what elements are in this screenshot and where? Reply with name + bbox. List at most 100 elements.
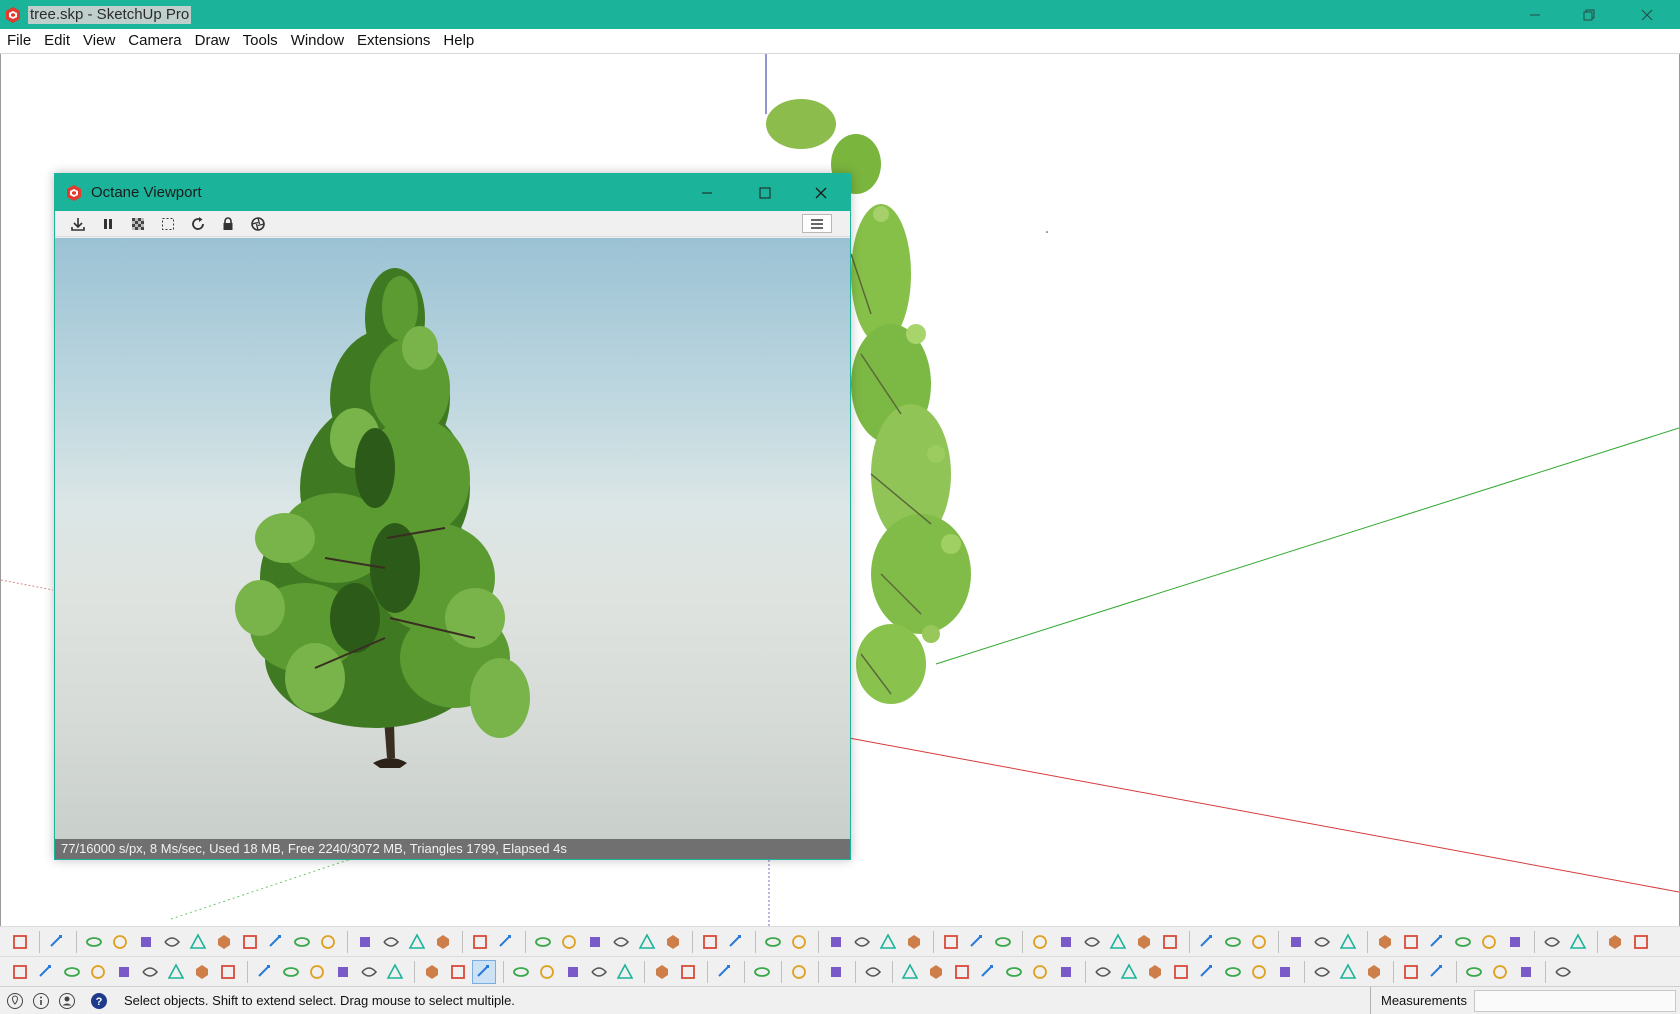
footprints-icon[interactable] — [216, 960, 240, 984]
push-pull-icon[interactable] — [353, 930, 377, 954]
3d-text-icon[interactable] — [613, 960, 637, 984]
minimize-button[interactable] — [1506, 0, 1564, 29]
ruler-icon[interactable] — [1117, 960, 1141, 984]
octane-render-view[interactable] — [55, 238, 850, 840]
menu-draw[interactable]: Draw — [189, 30, 236, 52]
house-5-icon[interactable] — [357, 960, 381, 984]
figure-icon[interactable] — [850, 930, 874, 954]
left-view-icon[interactable] — [1132, 930, 1156, 954]
front-view-icon[interactable] — [1054, 930, 1078, 954]
leaf-icon[interactable] — [494, 930, 518, 954]
house-2-icon[interactable] — [279, 960, 303, 984]
paint-bucket-icon[interactable] — [405, 930, 429, 954]
rectangle-icon[interactable] — [108, 930, 132, 954]
back-view-icon[interactable] — [1106, 930, 1130, 954]
walk-icon[interactable] — [164, 960, 188, 984]
sun-icon[interactable] — [1566, 930, 1590, 954]
wrench-icon[interactable] — [787, 960, 811, 984]
box-icon[interactable] — [902, 930, 926, 954]
menu-file[interactable]: File — [1, 30, 37, 52]
box-open-icon[interactable] — [939, 930, 963, 954]
pause-icon[interactable] — [97, 213, 119, 235]
flip-down-icon[interactable] — [609, 930, 633, 954]
zoom-window-icon[interactable] — [86, 960, 110, 984]
texture-icon[interactable] — [1273, 960, 1297, 984]
panel-icon[interactable] — [1551, 960, 1575, 984]
house-1-icon[interactable] — [253, 960, 277, 984]
wireframe-icon[interactable] — [1373, 930, 1397, 954]
folder-icon[interactable] — [1462, 960, 1486, 984]
grass-icon[interactable] — [1002, 960, 1026, 984]
polygon-icon[interactable] — [160, 930, 184, 954]
aperture-icon[interactable] — [247, 213, 269, 235]
axes-tool-icon[interactable] — [561, 960, 585, 984]
edges-icon[interactable] — [1540, 930, 1564, 954]
red-cube-icon[interactable] — [1310, 960, 1334, 984]
octane-minimize-button[interactable] — [679, 174, 735, 211]
blue-axis-icon[interactable] — [557, 930, 581, 954]
box-closed-icon[interactable] — [965, 930, 989, 954]
dimension-tool-icon[interactable] — [509, 960, 533, 984]
monochrome-icon[interactable] — [1477, 930, 1501, 954]
material-2-icon[interactable] — [1169, 960, 1193, 984]
protractor-icon[interactable] — [1336, 930, 1360, 954]
menu-edit[interactable]: Edit — [38, 30, 76, 52]
layout-icon[interactable] — [676, 960, 700, 984]
select-icon[interactable] — [8, 930, 32, 954]
menu-view[interactable]: View — [77, 30, 121, 52]
save-render-icon[interactable] — [67, 213, 89, 235]
arrow-icon[interactable] — [1629, 930, 1653, 954]
geo-location-icon[interactable] — [4, 990, 26, 1012]
circle-icon[interactable] — [134, 930, 158, 954]
plant-3-icon[interactable] — [950, 960, 974, 984]
small-tree-icon[interactable] — [1054, 960, 1078, 984]
octane-close-button[interactable] — [793, 174, 849, 211]
pie-icon[interactable] — [264, 930, 288, 954]
region-select-icon[interactable] — [157, 213, 179, 235]
shrub-icon[interactable] — [1028, 960, 1052, 984]
iso-view-icon[interactable] — [991, 930, 1015, 954]
model-canvas[interactable]: Octane Viewport 77/16000 s/px, 8 Ms/sec,… — [0, 54, 1680, 926]
pan-icon[interactable] — [34, 960, 58, 984]
folder-import-icon[interactable] — [1514, 960, 1538, 984]
flip-up-icon[interactable] — [583, 930, 607, 954]
tag-icon[interactable] — [761, 930, 785, 954]
menu-camera[interactable]: Camera — [122, 30, 187, 52]
help-icon[interactable]: ? — [88, 990, 110, 1012]
iso-cube-icon[interactable] — [446, 960, 470, 984]
eraser-icon[interactable] — [45, 930, 69, 954]
shield-icon[interactable] — [713, 960, 737, 984]
menu-tools[interactable]: Tools — [237, 30, 284, 52]
plant-2-icon[interactable] — [924, 960, 948, 984]
material-3-icon[interactable] — [1195, 960, 1219, 984]
menu-window[interactable]: Window — [285, 30, 350, 52]
zoom-extents-icon[interactable] — [112, 960, 136, 984]
textured-icon[interactable] — [1451, 930, 1475, 954]
tape-measure-icon[interactable] — [431, 930, 455, 954]
right-view-icon[interactable] — [1080, 930, 1104, 954]
orbit-cursor-icon[interactable] — [420, 960, 444, 984]
credits-info-icon[interactable] — [30, 990, 52, 1012]
tree-icon[interactable] — [468, 930, 492, 954]
iso-cube-active-icon[interactable] — [472, 959, 496, 984]
book-icon[interactable] — [787, 930, 811, 954]
text-tool-icon[interactable] — [587, 960, 611, 984]
zoom-previous-icon[interactable] — [138, 960, 162, 984]
section-plane-icon[interactable] — [1158, 930, 1182, 954]
axes-icon[interactable] — [1310, 930, 1334, 954]
clock-icon[interactable] — [750, 960, 774, 984]
lock-icon[interactable] — [217, 213, 239, 235]
globe-icon[interactable] — [876, 930, 900, 954]
octane-viewport-window[interactable]: Octane Viewport 77/16000 s/px, 8 Ms/sec,… — [54, 173, 851, 860]
zoom-icon[interactable] — [60, 960, 84, 984]
lightbulb-icon[interactable] — [861, 960, 885, 984]
hidden-line-icon[interactable] — [1399, 930, 1423, 954]
house-4-icon[interactable] — [331, 960, 355, 984]
sphere-icon[interactable] — [1603, 930, 1627, 954]
color-cube-icon[interactable] — [531, 930, 555, 954]
text-icon[interactable] — [1284, 930, 1308, 954]
undo-icon[interactable] — [698, 930, 722, 954]
lens-icon[interactable] — [1425, 960, 1449, 984]
sheet-icon[interactable] — [824, 930, 848, 954]
freehand-icon[interactable] — [290, 930, 314, 954]
